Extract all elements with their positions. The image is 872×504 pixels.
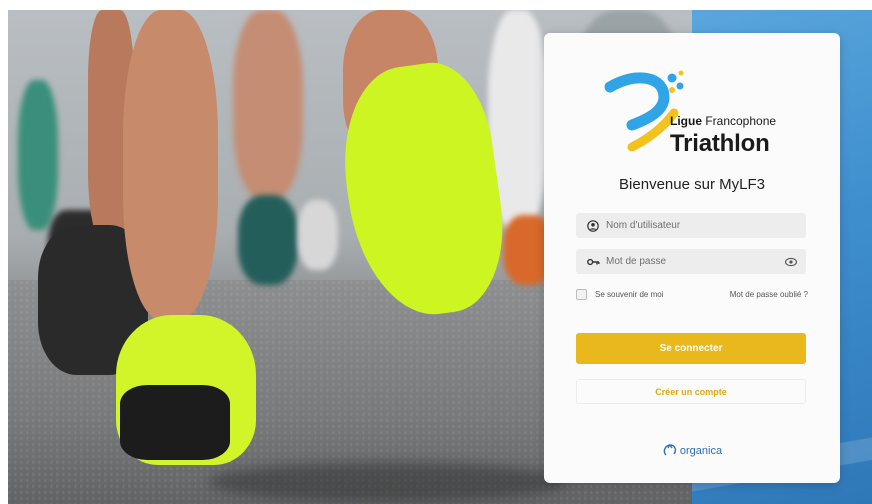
organica-logo-icon	[663, 443, 676, 456]
remember-me-label: Se souvenir de moi	[595, 290, 664, 299]
create-account-button[interactable]: Créer un compte	[576, 379, 806, 404]
username-field[interactable]	[576, 213, 806, 238]
provider-logo: organica	[544, 443, 840, 459]
brand-league-label: Ligue Francophone	[670, 114, 777, 128]
key-icon	[586, 255, 600, 269]
welcome-heading: Bienvenue sur MyLF3	[619, 176, 765, 193]
shoe-shadow	[208, 462, 568, 502]
remember-me[interactable]: Se souvenir de moi	[576, 289, 663, 300]
provider-name: organica	[679, 445, 723, 457]
password-input[interactable]	[606, 256, 776, 267]
password-field[interactable]	[576, 249, 806, 274]
brand-title: Triathlon	[670, 130, 770, 157]
login-button[interactable]: Se connecter	[576, 333, 806, 364]
username-input[interactable]	[606, 220, 776, 231]
login-screen: Ligue Francophone Triathlon Bienvenue su…	[0, 0, 872, 504]
eye-icon[interactable]	[784, 255, 798, 269]
user-circle-icon	[586, 219, 600, 233]
login-card: Ligue Francophone Triathlon Bienvenue su…	[544, 33, 840, 483]
forgot-password-link[interactable]: Mot de passe oublié ?	[730, 290, 808, 299]
remember-me-checkbox[interactable]	[576, 289, 587, 300]
